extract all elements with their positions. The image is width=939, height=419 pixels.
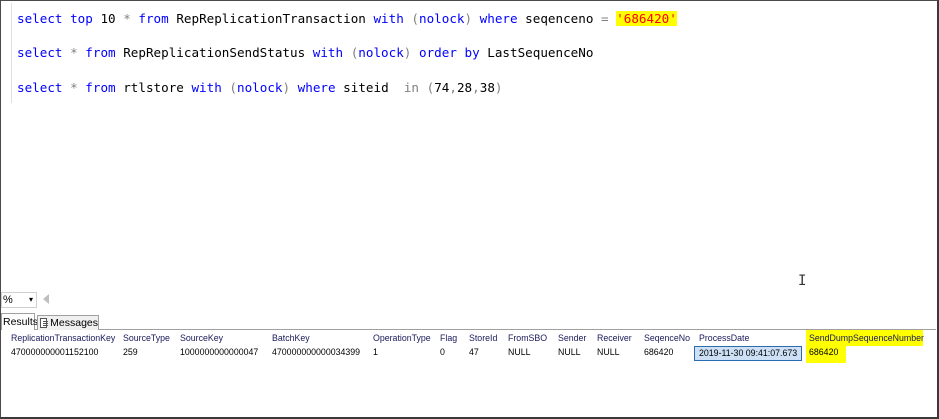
code-token: 74 — [434, 80, 450, 95]
grid-cell[interactable]: 47 — [469, 345, 479, 360]
code-token: with — [191, 80, 222, 95]
code-token: ) — [464, 11, 473, 26]
table-row[interactable]: 470000000001152100 259 1000000000000047 … — [1, 345, 936, 361]
code-token: * — [70, 80, 78, 95]
code-token: with — [373, 11, 404, 26]
grid-cell[interactable]: 470000000001152100 — [11, 345, 98, 360]
code-token: 10 — [100, 11, 116, 26]
code-token: with — [312, 45, 344, 60]
grid-header-row: ReplicationTransactionKey SourceType Sou… — [1, 331, 936, 346]
code-token: order — [418, 45, 457, 60]
messages-icon — [40, 318, 49, 328]
column-header[interactable]: Receiver — [597, 331, 632, 346]
scroll-left-icon[interactable] — [43, 294, 49, 304]
grid-cell[interactable]: 259 — [123, 345, 138, 360]
code-token: select — [17, 11, 63, 26]
code-token: nolock — [358, 45, 404, 60]
column-header[interactable]: SendDumpSequenceNumber — [809, 331, 924, 346]
code-token: by — [464, 45, 480, 60]
grid-cell[interactable]: 686420 — [644, 345, 673, 360]
grid-cell[interactable]: 1 — [373, 345, 378, 360]
tab-messages[interactable]: Messages — [37, 315, 99, 330]
zoom-select[interactable]: % ▾ — [1, 292, 37, 308]
grid-cell[interactable]: 470000000000034399 — [272, 345, 360, 360]
code-token: where — [479, 11, 518, 26]
code-token: in — [403, 80, 420, 95]
column-header[interactable]: BatchKey — [272, 331, 310, 346]
code-token: ( — [229, 80, 237, 95]
chevron-down-icon[interactable]: ▾ — [29, 293, 33, 307]
grid-cell[interactable]: NULL — [558, 345, 581, 360]
code-token: RepReplicationTransaction — [168, 11, 374, 26]
code-token: from — [85, 45, 116, 60]
code-token: seqenceno — [517, 11, 601, 26]
code-token: , — [449, 80, 457, 95]
column-header[interactable]: SourceKey — [180, 331, 223, 346]
code-token: = — [601, 11, 609, 26]
tab-results-label: Results — [3, 316, 39, 328]
column-header[interactable]: SeqenceNo — [644, 331, 690, 346]
code-token: '686420' — [616, 11, 677, 26]
text-cursor-icon: I — [798, 273, 807, 289]
column-header[interactable]: FromSBO — [508, 331, 547, 346]
code-token: ) — [282, 80, 291, 95]
code-line-2[interactable]: select * from RepReplicationSendStatus w… — [17, 44, 593, 62]
grid-cell[interactable]: 1000000000000047 — [180, 345, 258, 360]
code-token: * — [123, 11, 131, 26]
results-tab-strip: Results Messages — [1, 310, 936, 331]
grid-cell[interactable]: NULL — [597, 345, 620, 360]
code-token: from — [138, 11, 169, 26]
code-token: siteid — [335, 80, 404, 95]
code-token: top — [70, 11, 93, 26]
code-token: 38 — [479, 80, 495, 95]
column-header[interactable]: Sender — [558, 331, 586, 346]
grid-cell[interactable]: 0 — [440, 345, 445, 360]
code-token: ( — [411, 11, 419, 26]
code-line-3[interactable]: select * from rtlstore with (nolock) whe… — [17, 79, 503, 97]
tab-messages-label: Messages — [50, 316, 98, 329]
selected-grid-cell[interactable]: 2019-11-30 09:41:07.673 — [694, 346, 803, 361]
code-token: select — [17, 45, 63, 60]
code-token: rtlstore — [115, 80, 192, 95]
code-token: nolock — [418, 11, 465, 26]
column-header[interactable]: SourceType — [123, 331, 170, 346]
code-token: ) — [494, 80, 503, 95]
code-token: from — [85, 80, 116, 95]
column-header[interactable]: Flag — [440, 331, 457, 346]
code-token: 28 — [456, 80, 473, 95]
grid-cell[interactable]: NULL — [508, 345, 531, 360]
code-token: nolock — [236, 80, 283, 95]
tab-results[interactable]: Results — [1, 313, 39, 331]
code-token: where — [297, 80, 336, 95]
code-token: select — [17, 80, 63, 95]
column-header[interactable]: ReplicationTransactionKey — [11, 331, 115, 346]
code-token: , — [472, 80, 480, 95]
code-token: LastSequenceNo — [479, 45, 594, 60]
results-grid[interactable]: ReplicationTransactionKey SourceType Sou… — [1, 330, 936, 416]
zoom-value: % — [3, 294, 13, 306]
grid-cell[interactable]: 686420 — [809, 345, 838, 360]
zoom-bar: % ▾ — [1, 291, 936, 309]
editor-margin — [11, 3, 12, 103]
column-header[interactable]: ProcessDate — [699, 331, 749, 346]
column-header[interactable]: OperationType — [373, 331, 431, 346]
code-token: * — [70, 45, 78, 60]
code-token: RepReplicationSendStatus — [115, 45, 313, 60]
query-editor[interactable]: select top 10 * from RepReplicationTrans… — [1, 1, 936, 291]
code-line-1[interactable]: select top 10 * from RepReplicationTrans… — [17, 10, 677, 28]
column-header[interactable]: StoreId — [469, 331, 497, 346]
